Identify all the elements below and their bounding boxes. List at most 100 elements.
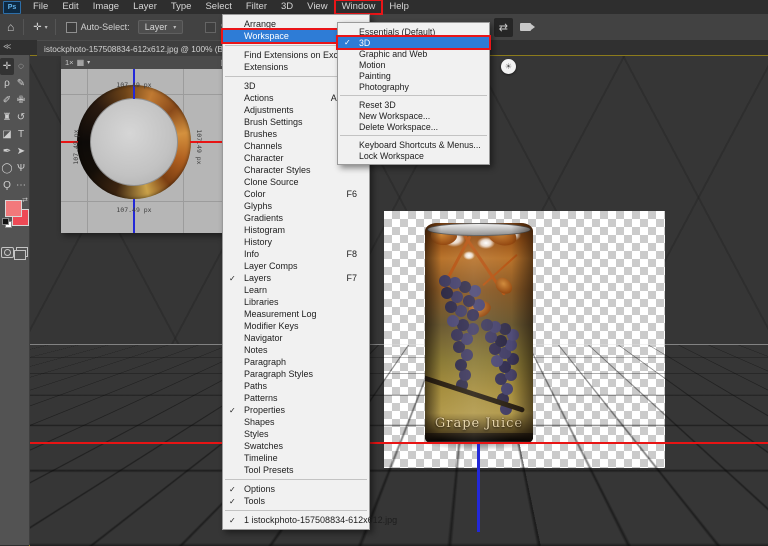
- menu-item-painting[interactable]: Painting: [338, 70, 489, 81]
- marquee-tool[interactable]: ◌: [14, 58, 28, 75]
- menu-item-clone-source[interactable]: Clone Source: [223, 176, 369, 188]
- grape-cluster: [481, 319, 493, 331]
- menu-item-graphic-and-web[interactable]: Graphic and Web: [338, 48, 489, 59]
- menubar-filter[interactable]: Filter: [239, 0, 274, 14]
- menu-item-layer-comps[interactable]: Layer Comps: [223, 260, 369, 272]
- slide-3d-mode[interactable]: ⇄: [493, 17, 513, 37]
- menu-item-navigator[interactable]: Navigator: [223, 332, 369, 344]
- view-options-icon[interactable]: ▦: [77, 58, 85, 67]
- menu-item-paragraph[interactable]: Paragraph: [223, 356, 369, 368]
- 3d-x-axis-line[interactable]: [30, 442, 768, 444]
- menubar-layer[interactable]: Layer: [126, 0, 164, 14]
- menu-item-paths[interactable]: Paths: [223, 380, 369, 392]
- hand-tool[interactable]: Ѱ: [14, 160, 28, 177]
- lasso-tool[interactable]: ρ: [0, 75, 14, 92]
- menu-item-label: Timeline: [244, 453, 278, 463]
- menu-item-measurement-log[interactable]: Measurement Log: [223, 308, 369, 320]
- menu-item-shapes[interactable]: Shapes: [223, 416, 369, 428]
- menu-item-modifier-keys[interactable]: Modifier Keys: [223, 320, 369, 332]
- menu-item-tool-presets[interactable]: Tool Presets: [223, 464, 369, 476]
- menubar-file[interactable]: File: [26, 0, 55, 14]
- menu-item-learn[interactable]: Learn: [223, 284, 369, 296]
- pen-tool[interactable]: ✒: [0, 143, 14, 160]
- menu-item-properties[interactable]: ✓ Properties: [223, 404, 369, 416]
- menu-item-lock-workspace[interactable]: Lock Workspace: [338, 150, 489, 161]
- healing-brush-tool[interactable]: ✙: [14, 92, 28, 109]
- menu-item-label: Properties: [244, 405, 286, 415]
- auto-select-checkbox[interactable]: [65, 21, 77, 33]
- home-icon[interactable]: ⌂: [7, 20, 14, 34]
- menubar-select[interactable]: Select: [198, 0, 238, 14]
- menu-item-reset-3d[interactable]: Reset 3D: [338, 99, 489, 110]
- target-dropdown-value: Layer: [144, 22, 168, 32]
- menu-item-libraries[interactable]: Libraries: [223, 296, 369, 308]
- menu-item-photography[interactable]: Photography: [338, 81, 489, 92]
- menubar-window[interactable]: Window: [333, 0, 384, 15]
- zoom-tool[interactable]: Ϙ: [0, 177, 14, 194]
- direct-selection-tool[interactable]: ➤: [14, 143, 28, 160]
- swap-colors-icon[interactable]: ⇄: [22, 196, 28, 204]
- menu-item-label: Paragraph Styles: [244, 369, 314, 379]
- menu-item-label: Paragraph: [244, 357, 287, 367]
- 3d-light-widget[interactable]: ☀: [501, 59, 516, 74]
- menu-item-glyphs[interactable]: Glyphs: [223, 200, 369, 212]
- history-brush-tool[interactable]: ↺: [14, 109, 28, 126]
- menu-item-timeline[interactable]: Timeline: [223, 452, 369, 464]
- menu-item-notes[interactable]: Notes: [223, 344, 369, 356]
- menu-shortcut: F6: [346, 189, 357, 199]
- menu-item-motion[interactable]: Motion: [338, 59, 489, 70]
- menu-item-color[interactable]: Color F6: [223, 188, 369, 200]
- brush-tool[interactable]: ✎: [14, 75, 28, 92]
- grape-juice-can[interactable]: Grape Juice: [425, 223, 533, 444]
- dolly-3d-mode[interactable]: [516, 18, 535, 37]
- screen-mode-icon[interactable]: [14, 247, 28, 260]
- checkmark-icon: ✓: [229, 273, 236, 283]
- quick-mask-icon[interactable]: [1, 247, 14, 258]
- menu-item-label: Notes: [244, 345, 268, 355]
- type-tool[interactable]: T: [14, 126, 28, 143]
- menubar-help[interactable]: Help: [382, 0, 416, 14]
- photoshop-logo[interactable]: Ps: [3, 0, 21, 14]
- menu-item-label: Color: [244, 189, 266, 199]
- menubar-edit[interactable]: Edit: [55, 0, 85, 14]
- menu-item-character-styles[interactable]: Character Styles: [223, 164, 369, 176]
- menu-item-1-istockphoto-157508834-612x612-jpg[interactable]: ✓ 1 istockphoto-157508834-612x612.jpg: [223, 514, 397, 526]
- move-tool[interactable]: ✛: [0, 58, 14, 75]
- auto-select-target-dropdown[interactable]: Layer ▾: [137, 20, 184, 34]
- menu-item-gradients[interactable]: Gradients: [223, 212, 369, 224]
- move-tool-icon[interactable]: ✛: [33, 22, 41, 33]
- collapse-panels-icon[interactable]: ≪: [3, 42, 11, 51]
- shape-tool[interactable]: ◯: [0, 160, 14, 177]
- clone-stamp-tool[interactable]: ♜: [0, 109, 14, 126]
- menubar-type[interactable]: Type: [164, 0, 199, 14]
- more-tools[interactable]: ⋯: [14, 177, 28, 194]
- menu-item-keyboard-shortcuts-menus[interactable]: Keyboard Shortcuts & Menus...: [338, 139, 489, 150]
- menu-item-3d[interactable]: ✓ 3D: [336, 35, 491, 50]
- menu-item-delete-workspace[interactable]: Delete Workspace...: [338, 121, 489, 132]
- grape-cluster: [439, 275, 451, 287]
- foreground-color-swatch[interactable]: [5, 200, 22, 217]
- menu-item-info[interactable]: Info F8: [223, 248, 369, 260]
- eraser-tool[interactable]: ◪: [0, 126, 14, 143]
- chevron-down-icon[interactable]: ▾: [45, 24, 48, 31]
- secondary-view-panel[interactable]: 1× ▦ ▾ ▣ 107.49 px 107.49 px: [61, 56, 232, 233]
- menu-item-options[interactable]: ✓ Options: [223, 483, 369, 495]
- menu-item-history[interactable]: History: [223, 236, 369, 248]
- menu-item-essentials-default[interactable]: Essentials (Default): [338, 26, 489, 37]
- menubar-3d[interactable]: 3D: [274, 0, 300, 14]
- menu-item-new-workspace[interactable]: New Workspace...: [338, 110, 489, 121]
- menu-item-paragraph-styles[interactable]: Paragraph Styles: [223, 368, 369, 380]
- chevron-down-icon[interactable]: ▾: [87, 59, 90, 66]
- menu-item-swatches[interactable]: Swatches: [223, 440, 369, 452]
- menubar-view[interactable]: View: [300, 0, 334, 14]
- 3d-z-axis-line[interactable]: [477, 444, 480, 532]
- menu-item-label: Delete Workspace...: [359, 121, 439, 132]
- menu-item-tools[interactable]: ✓ Tools: [223, 495, 369, 507]
- menu-item-histogram[interactable]: Histogram: [223, 224, 369, 236]
- eyedropper-tool[interactable]: ✐: [0, 92, 14, 109]
- menubar-image[interactable]: Image: [86, 0, 126, 14]
- menu-item-layers[interactable]: ✓ Layers F7: [223, 272, 369, 284]
- menu-item-styles[interactable]: Styles: [223, 428, 369, 440]
- menu-item-patterns[interactable]: Patterns: [223, 392, 369, 404]
- menu-item-label: 3D: [244, 81, 256, 91]
